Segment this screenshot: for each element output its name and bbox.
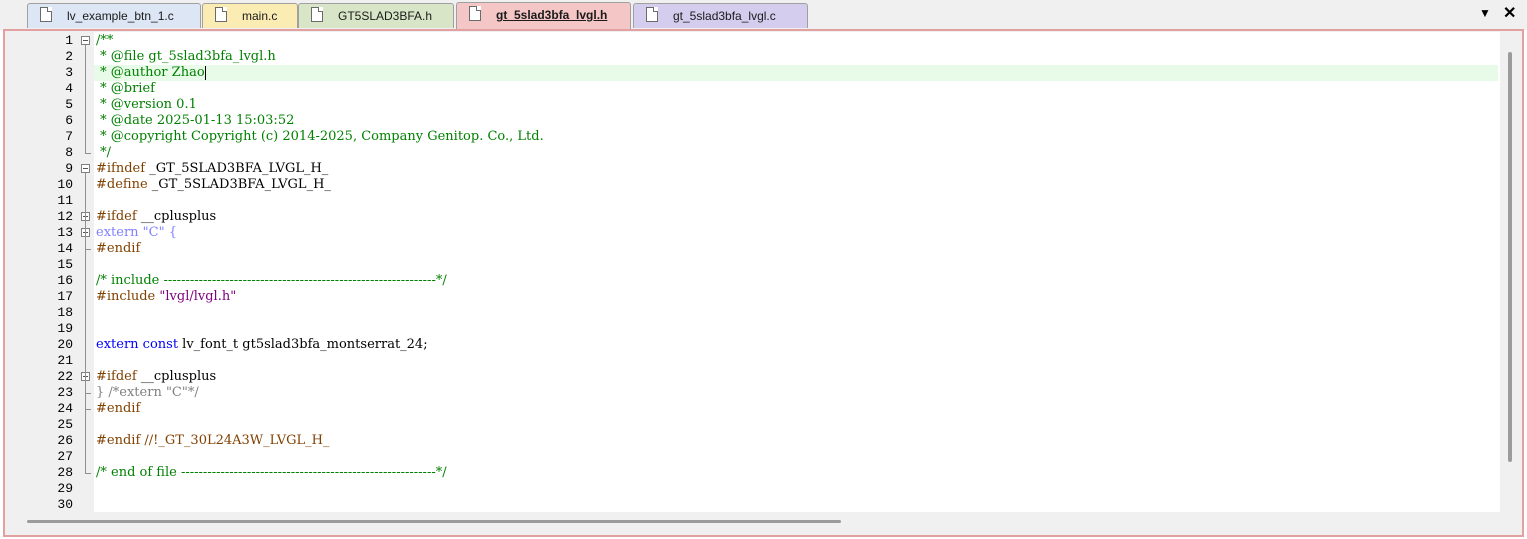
fold-guide-end bbox=[85, 473, 91, 474]
line-number: 19 bbox=[57, 321, 73, 336]
close-tab-icon[interactable]: ✕ bbox=[1503, 3, 1516, 23]
line-number: 1 bbox=[65, 33, 73, 48]
line-number: 27 bbox=[57, 449, 73, 464]
line-number: 22 bbox=[57, 369, 73, 384]
code-line: } /*extern "C"*/ bbox=[96, 385, 199, 400]
code-line: extern "C" { bbox=[96, 225, 177, 240]
line-number: 13 bbox=[57, 225, 73, 240]
tab-gt-5slad3bfa-lvgl-h[interactable]: gt_5slad3bfa_lvgl.h bbox=[456, 2, 631, 29]
file-icon bbox=[469, 6, 481, 21]
tab-label: main.c bbox=[242, 9, 278, 23]
code-line: * @version 0.1 bbox=[96, 97, 197, 112]
code-line: extern const lv_font_t gt5slad3bfa_monts… bbox=[96, 337, 428, 352]
fold-guide-end bbox=[85, 409, 91, 410]
tab-label: gt_5slad3bfa_lvgl.c bbox=[673, 9, 776, 23]
line-number: 23 bbox=[57, 385, 73, 400]
fold-guide bbox=[85, 45, 86, 153]
line-number: 12 bbox=[57, 209, 73, 224]
code-line: /** bbox=[96, 33, 114, 48]
code-line: * @brief bbox=[96, 81, 155, 96]
line-number: 24 bbox=[57, 401, 73, 416]
tab-main-c[interactable]: main.c bbox=[202, 3, 298, 28]
tab-label: GT5SLAD3BFA.h bbox=[338, 9, 433, 23]
code-line: */ bbox=[96, 145, 112, 160]
line-number-gutter: 1 2 3 4 5 6 7 8 9 10 11 12 13 14 15 16 17 18 19 20 21 22 23 24 2… bbox=[5, 32, 94, 512]
code-line: #endif bbox=[96, 401, 141, 416]
line-number: 17 bbox=[57, 289, 73, 304]
code-line: #endif //!_GT_30L24A3W_LVGL_H_ bbox=[96, 433, 330, 448]
code-line: #define _GT_5SLAD3BFA_LVGL_H_ bbox=[96, 177, 331, 192]
line-number: 4 bbox=[65, 81, 73, 96]
code-line: #ifdef __cplusplus bbox=[96, 369, 217, 384]
line-number: 21 bbox=[57, 353, 73, 368]
line-number: 16 bbox=[57, 273, 73, 288]
horizontal-scrollbar[interactable] bbox=[27, 520, 841, 523]
fold-guide-end bbox=[85, 153, 91, 154]
line-number: 6 bbox=[65, 113, 73, 128]
code-line: * @copyright Copyright (c) 2014-2025, Co… bbox=[96, 129, 544, 144]
tab-bar: lv_example_btn_1.c main.c GT5SLAD3BFA.h … bbox=[0, 0, 1527, 30]
line-number: 18 bbox=[57, 305, 73, 320]
text-cursor bbox=[204, 65, 206, 80]
fold-toggle-icon[interactable] bbox=[81, 164, 90, 173]
fold-guide bbox=[85, 237, 86, 393]
code-line: #include "lvgl/lvgl.h" bbox=[96, 289, 237, 304]
line-number: 8 bbox=[65, 145, 73, 160]
file-icon bbox=[646, 7, 658, 22]
line-number: 11 bbox=[57, 193, 73, 208]
line-number: 25 bbox=[57, 417, 73, 432]
line-number: 14 bbox=[57, 241, 73, 256]
line-number: 26 bbox=[57, 433, 73, 448]
code-line: #ifdef __cplusplus bbox=[96, 209, 217, 224]
line-number: 15 bbox=[57, 257, 73, 272]
tab-list-dropdown-icon[interactable]: ▼ bbox=[1479, 6, 1491, 20]
tab-gt-5slad3bfa-lvgl-c[interactable]: gt_5slad3bfa_lvgl.c bbox=[633, 3, 808, 28]
tab-gt5slad3bfa-h[interactable]: GT5SLAD3BFA.h bbox=[298, 3, 454, 28]
line-number: 5 bbox=[65, 97, 73, 112]
line-number: 2 bbox=[65, 49, 73, 64]
line-number: 9 bbox=[65, 161, 73, 176]
current-line-highlight bbox=[94, 65, 1498, 81]
code-line: /* include -----------------------------… bbox=[96, 273, 447, 288]
line-number: 3 bbox=[65, 65, 73, 80]
line-number: 20 bbox=[57, 337, 73, 352]
tab-lv-example-btn-1-c[interactable]: lv_example_btn_1.c bbox=[27, 3, 201, 28]
tab-label: gt_5slad3bfa_lvgl.h bbox=[496, 8, 608, 22]
fold-toggle-icon[interactable] bbox=[81, 36, 90, 45]
line-number: 30 bbox=[57, 497, 73, 512]
vertical-scrollbar[interactable] bbox=[1508, 52, 1512, 462]
line-number: 29 bbox=[57, 481, 73, 496]
code-line: /* end of file -------------------------… bbox=[96, 465, 447, 480]
line-number: 7 bbox=[65, 129, 73, 144]
file-icon bbox=[40, 7, 52, 22]
code-line: * @author Zhao bbox=[96, 65, 206, 80]
code-line: * @date 2025-01-13 15:03:52 bbox=[96, 113, 295, 128]
code-line: * @file gt_5slad3bfa_lvgl.h bbox=[96, 49, 276, 64]
code-line: #endif bbox=[96, 241, 141, 256]
file-icon bbox=[215, 7, 227, 22]
line-number: 28 bbox=[57, 465, 73, 480]
tab-label: lv_example_btn_1.c bbox=[67, 9, 174, 23]
code-editor[interactable]: /** * @file gt_5slad3bfa_lvgl.h * @autho… bbox=[94, 32, 1500, 512]
code-line: #ifndef _GT_5SLAD3BFA_LVGL_H_ bbox=[96, 161, 329, 176]
line-number: 10 bbox=[57, 177, 73, 192]
fold-guide bbox=[85, 381, 86, 409]
file-icon bbox=[311, 7, 323, 22]
